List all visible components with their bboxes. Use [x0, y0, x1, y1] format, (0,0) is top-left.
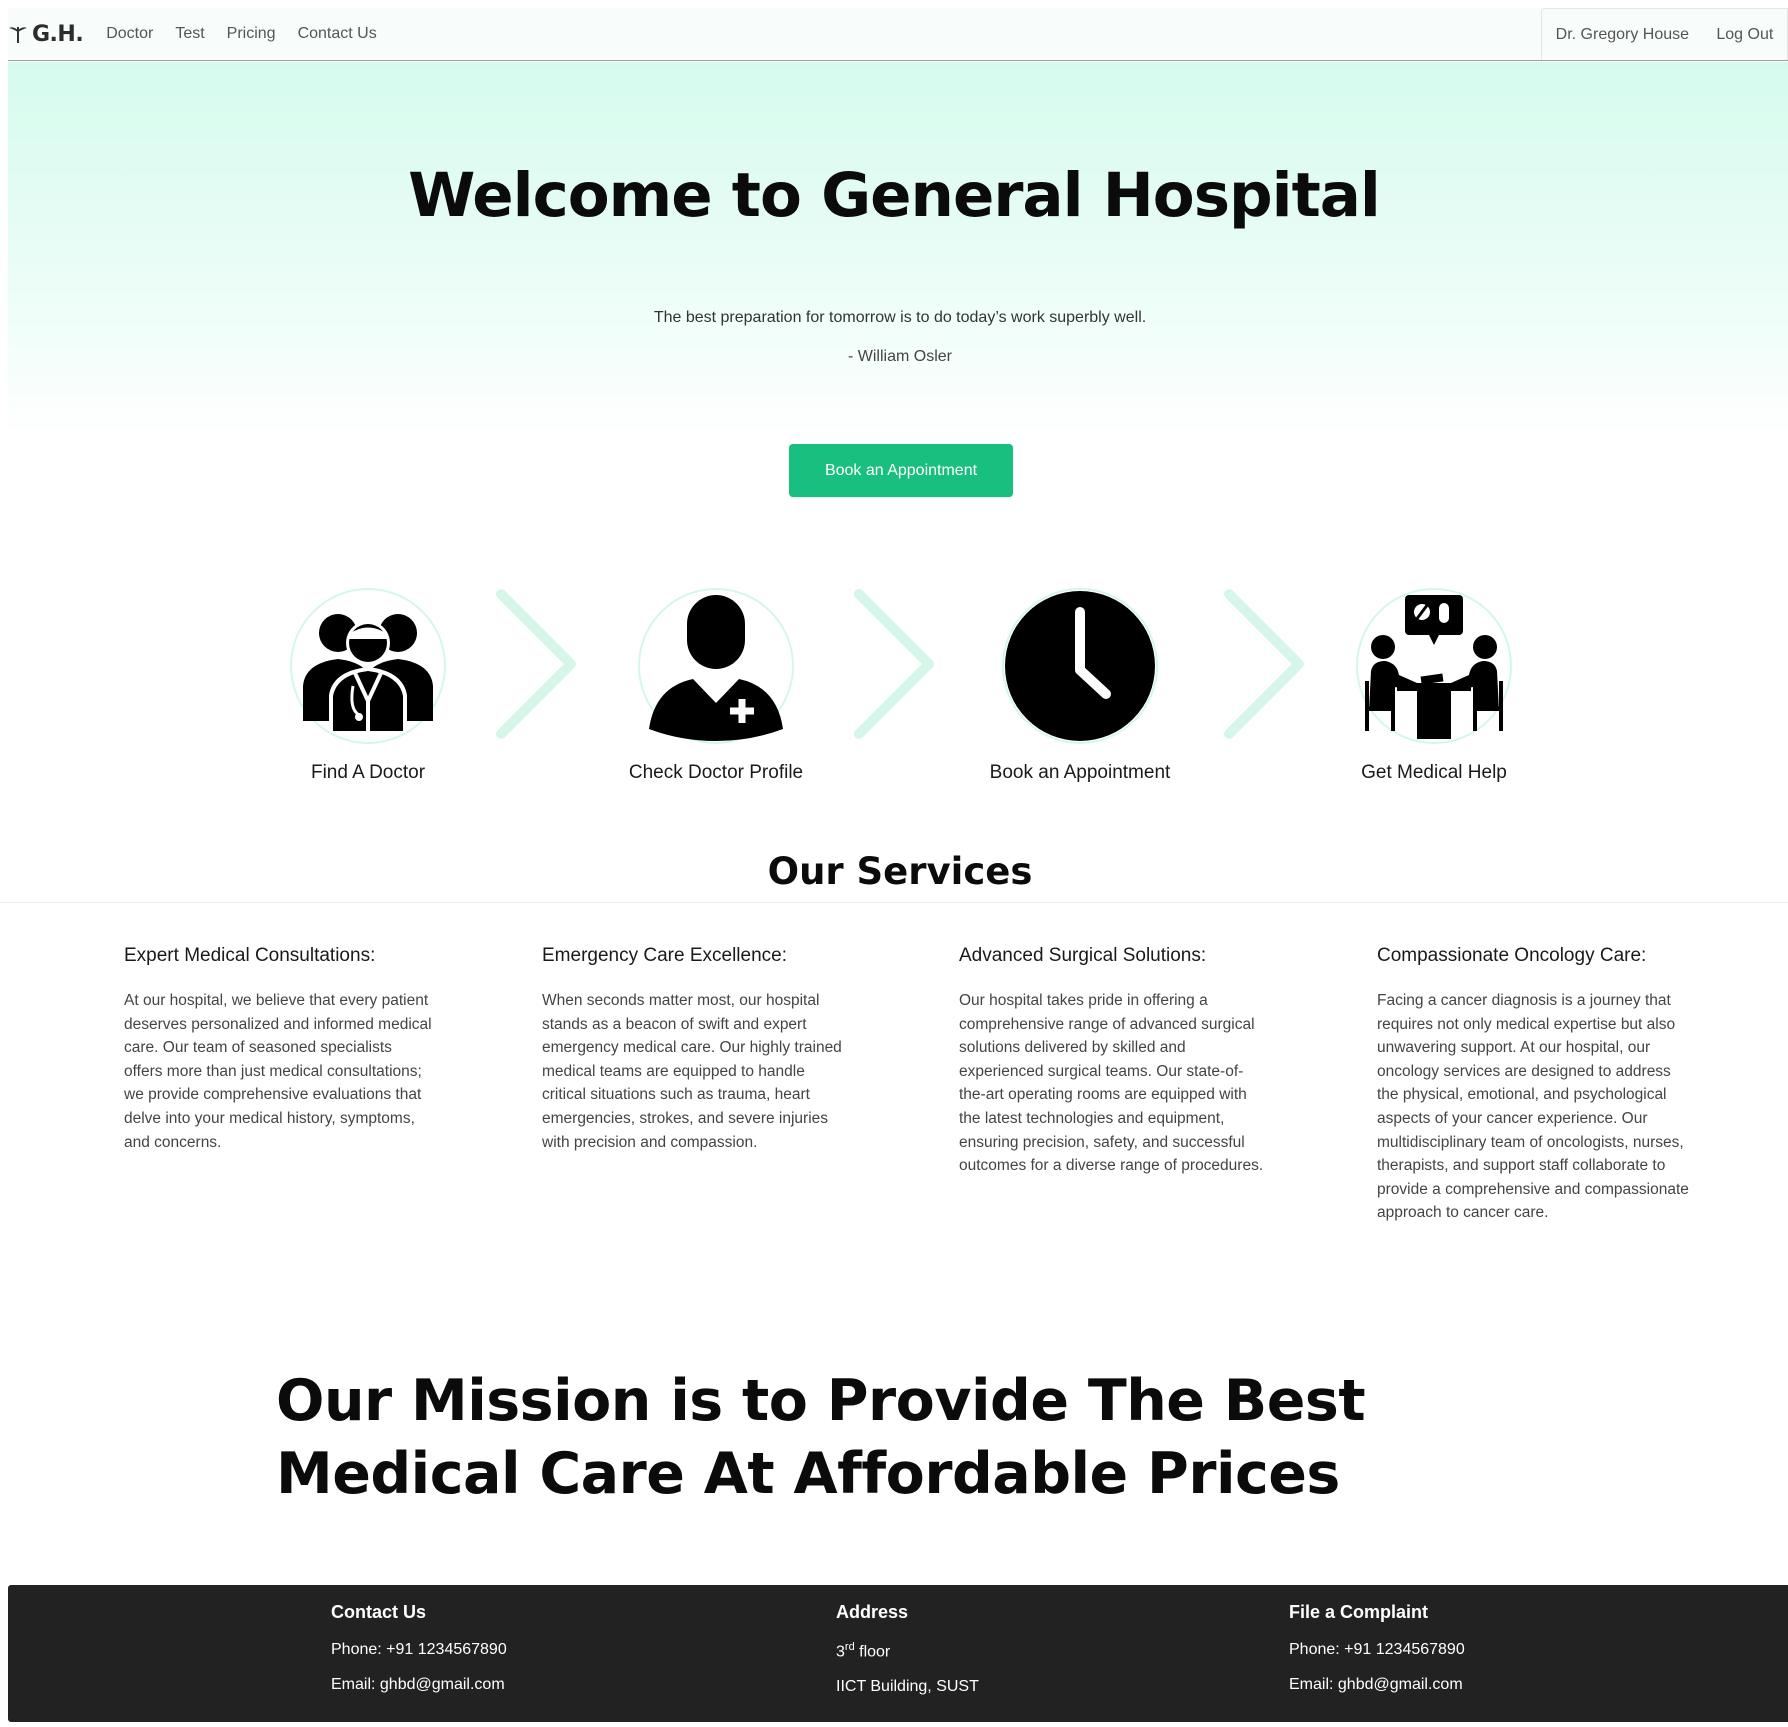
- nav-link-test[interactable]: Test: [175, 25, 204, 43]
- nav-link-pricing[interactable]: Pricing: [227, 25, 276, 43]
- nav-links: Doctor Test Pricing Contact Us: [95, 25, 388, 43]
- service-title: Expert Medical Consultations:: [124, 945, 376, 966]
- user-name-link[interactable]: Dr. Gregory House: [1556, 26, 1689, 44]
- quote-author: - William Osler: [848, 348, 952, 365]
- address-building: IICT Building, SUST: [836, 1678, 979, 1696]
- footer-contact: Contact Us Phone: +91 1234567890 Email: …: [331, 1602, 507, 1711]
- mission-line: Our Mission is to Provide The Best: [276, 1368, 1366, 1434]
- mission-line: Medical Care At Affordable Prices: [276, 1441, 1340, 1507]
- address-floor: 3rd floor: [836, 1641, 979, 1661]
- brand-logo[interactable]: G.H.: [8, 21, 84, 47]
- service-text: Facing a cancer diagnosis is a journey t…: [1377, 992, 1689, 1222]
- step-find-doctor[interactable]: Find A Doctor: [248, 588, 488, 784]
- service-card: Emergency Care Excellence: When seconds …: [542, 945, 852, 1154]
- step-label: Find A Doctor: [310, 762, 426, 783]
- footer-phone[interactable]: Phone: +91 1234567890: [1289, 1641, 1465, 1659]
- top-navbar: G.H. Doctor Test Pricing Contact Us Dr. …: [8, 8, 1788, 61]
- step-check-profile[interactable]: Check Doctor Profile: [596, 588, 836, 784]
- step-book-appointment[interactable]: Book an Appointment: [960, 588, 1200, 784]
- section-divider: [0, 902, 1788, 903]
- step-circle: [638, 588, 794, 744]
- footer-address: Address 3rd floor IICT Building, SUST: [836, 1602, 979, 1713]
- step-label: Book an Appointment: [989, 762, 1171, 783]
- hero-quote: The best preparation for tomorrow is to …: [653, 309, 1147, 326]
- caduceus-icon: [9, 27, 27, 43]
- hero-section: [8, 62, 1788, 442]
- chevron-right-icon: [854, 589, 934, 739]
- service-text: When seconds matter most, our hospital s…: [542, 992, 842, 1151]
- footer: Contact Us Phone: +91 1234567890 Email: …: [8, 1585, 1788, 1722]
- footer-complaint: File a Complaint Phone: +91 1234567890 E…: [1289, 1602, 1465, 1711]
- nav-link-contact[interactable]: Contact Us: [298, 25, 377, 43]
- service-card: Expert Medical Consultations: At our hos…: [124, 945, 434, 1154]
- service-card: Compassionate Oncology Care: Facing a ca…: [1377, 945, 1689, 1225]
- step-circle: [290, 588, 446, 744]
- footer-heading[interactable]: File a Complaint: [1289, 1602, 1465, 1623]
- doctor-profile-icon: [649, 595, 783, 741]
- footer-email[interactable]: Email: ghbd@gmail.com: [331, 1676, 507, 1694]
- hero-title: Welcome to General Hospital: [408, 160, 1381, 231]
- service-text: Our hospital takes pride in offering a c…: [959, 992, 1264, 1175]
- floor-word: floor: [854, 1643, 891, 1661]
- step-label: Check Doctor Profile: [628, 762, 804, 783]
- book-appointment-button[interactable]: Book an Appointment: [789, 444, 1013, 497]
- brand-text: G.H.: [32, 21, 84, 47]
- service-title: Advanced Surgical Solutions:: [959, 945, 1207, 966]
- footer-email[interactable]: Email: ghbd@gmail.com: [1289, 1676, 1465, 1694]
- service-text: At our hospital, we believe that every p…: [124, 992, 432, 1151]
- doctors-group-icon: [303, 614, 433, 731]
- floor-number: 3: [836, 1643, 845, 1661]
- step-label: Get Medical Help: [1361, 762, 1507, 783]
- service-card: Advanced Surgical Solutions: Our hospita…: [959, 945, 1269, 1178]
- service-title: Compassionate Oncology Care:: [1377, 945, 1647, 966]
- floor-suffix: rd: [844, 1641, 855, 1653]
- step-get-help[interactable]: Get Medical Help: [1314, 588, 1554, 784]
- logout-link[interactable]: Log Out: [1716, 26, 1773, 44]
- mission-statement: Our Mission is to Provide The Best Medic…: [276, 1365, 1476, 1511]
- chevron-right-icon: [1224, 589, 1304, 739]
- consultation-icon: [1365, 595, 1503, 739]
- nav-link-doctor[interactable]: Doctor: [106, 25, 153, 43]
- step-circle: [1002, 588, 1158, 744]
- chevron-right-icon: [496, 589, 576, 739]
- service-title: Emergency Care Excellence:: [542, 945, 787, 966]
- footer-heading: Contact Us: [331, 1602, 427, 1622]
- footer-phone[interactable]: Phone: +91 1234567890: [331, 1641, 507, 1659]
- services-title: Our Services: [767, 850, 1033, 893]
- step-circle: [1356, 588, 1512, 744]
- user-menu: Dr. Gregory House Log Out: [1541, 8, 1788, 60]
- footer-heading: Address: [836, 1602, 909, 1622]
- clock-icon: [1005, 591, 1155, 741]
